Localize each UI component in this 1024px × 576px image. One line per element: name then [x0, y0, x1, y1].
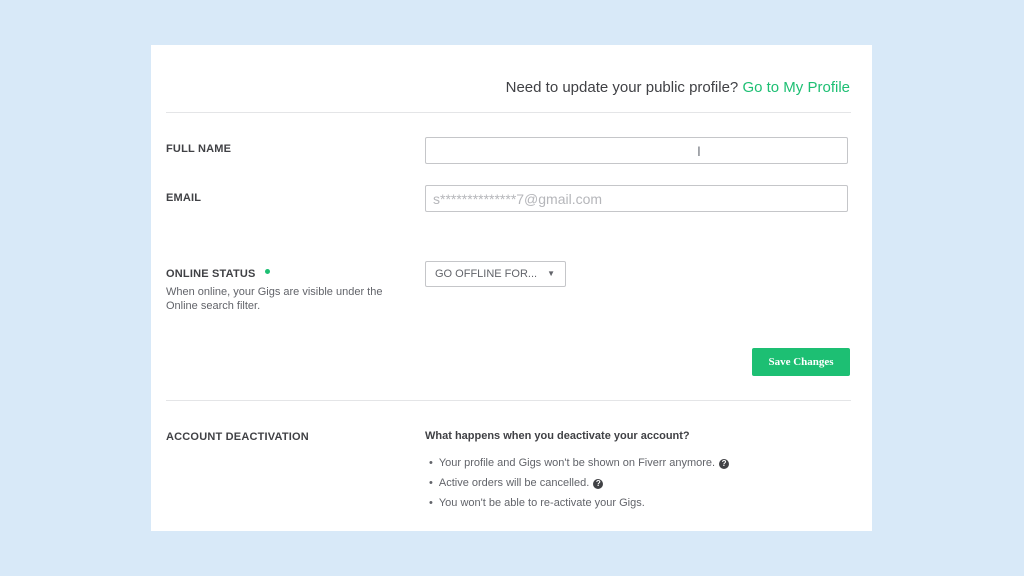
- list-item: • Active orders will be cancelled.?: [429, 475, 729, 495]
- full-name-label: FULL NAME: [166, 143, 232, 155]
- list-item: • You won't be able to re-activate your G…: [429, 497, 645, 509]
- online-status-description: When online, your Gigs are visible under…: [166, 286, 383, 312]
- top-divider: [166, 112, 851, 113]
- profile-question: Need to update your public profile?: [505, 79, 739, 96]
- offline-duration-select[interactable]: GO OFFLINE FOR... ▼: [425, 261, 566, 287]
- online-status-dot-icon: [264, 269, 270, 274]
- email-field[interactable]: [425, 185, 848, 212]
- deactivation-question: What happens when you deactivate your ac…: [425, 430, 690, 442]
- list-item-text: Active orders will be cancelled.: [438, 477, 590, 489]
- section-divider: [166, 400, 851, 401]
- list-item: • Your profile and Gigs won't be shown on…: [429, 455, 730, 475]
- text-cursor-icon: I: [697, 143, 701, 159]
- online-status-text: ONLINE STATUS: [166, 268, 256, 280]
- email-label: EMAIL: [166, 192, 202, 204]
- list-item-text: Your profile and Gigs won't be shown on …: [438, 457, 716, 469]
- deactivation-consequences-list: • Your profile and Gigs won't be shown on…: [429, 455, 730, 515]
- account-deactivation-label: ACCOUNT DEACTIVATION: [166, 431, 309, 443]
- full-name-input[interactable]: [425, 137, 848, 164]
- settings-card: Need to update your public profile? Go t…: [151, 45, 872, 531]
- go-to-profile-link[interactable]: Go to My Profile: [742, 79, 850, 96]
- save-changes-button[interactable]: Save Changes: [752, 348, 850, 376]
- caret-down-icon: ▼: [547, 269, 555, 278]
- list-item-text: You won't be able to re-activate your Gi…: [438, 497, 645, 509]
- select-value: GO OFFLINE FOR...: [435, 268, 538, 280]
- online-status-label: ONLINE STATUS: [166, 268, 270, 280]
- help-icon[interactable]: ?: [719, 459, 730, 469]
- profile-update-note: Need to update your public profile? Go t…: [506, 79, 850, 96]
- help-icon[interactable]: ?: [593, 479, 604, 489]
